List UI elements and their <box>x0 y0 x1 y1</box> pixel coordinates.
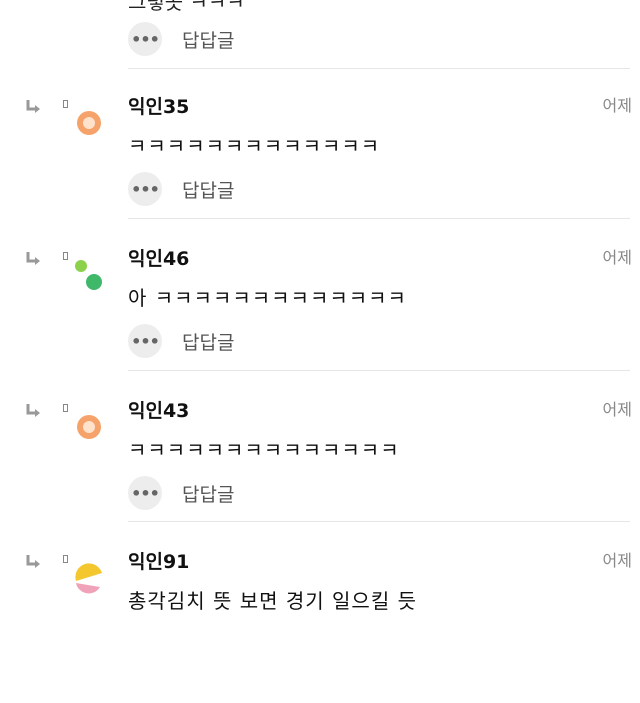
author-name[interactable]: 익인91 <box>128 547 189 574</box>
avatar <box>75 563 102 594</box>
timestamp: 어제 <box>602 248 632 267</box>
more-options-button[interactable]: ••• <box>128 476 162 510</box>
small-square-icon <box>63 555 68 563</box>
reply-row[interactable]: ••• 답답글 <box>128 324 234 358</box>
small-square-icon <box>63 252 68 260</box>
small-square-icon <box>63 404 68 412</box>
timestamp: 어제 <box>602 551 632 570</box>
author-name[interactable]: 익인35 <box>128 92 189 119</box>
comment-item: 익인91 어제 총각김치 뜻 보면 경기 일으킬 듯 <box>0 551 640 703</box>
reply-row[interactable]: ••• 답답글 <box>128 22 234 56</box>
reply-arrow-icon <box>26 555 40 568</box>
divider <box>128 521 630 522</box>
comment-text: ㅋㅋㅋㅋㅋㅋㅋㅋㅋㅋㅋㅋㅋㅋ <box>128 438 400 462</box>
divider <box>128 68 630 69</box>
comment-text: 총각김치 뜻 보면 경기 일으킬 듯 <box>128 589 417 613</box>
comment-text: ㅋㅋㅋㅋㅋㅋㅋㅋㅋㅋㅋㅋㅋ <box>128 134 381 158</box>
reply-arrow-icon <box>26 252 40 265</box>
author-name[interactable]: 익인43 <box>128 396 189 423</box>
comment-item: 익인35 어제 ㅋㅋㅋㅋㅋㅋㅋㅋㅋㅋㅋㅋㅋ ••• 답답글 <box>0 96 640 248</box>
small-square-icon <box>63 100 68 108</box>
comment-item: 익인46 어제 아 ㅋㅋㅋㅋㅋㅋㅋㅋㅋㅋㅋㅋㅋ ••• 답답글 <box>0 248 640 400</box>
more-options-button[interactable]: ••• <box>128 324 162 358</box>
reply-arrow-icon <box>26 404 40 417</box>
comment-text-partial: 그렇곳 ㅋㅋㅋ <box>128 0 245 14</box>
more-options-button[interactable]: ••• <box>128 172 162 206</box>
reply-row[interactable]: ••• 답답글 <box>128 172 234 206</box>
timestamp: 어제 <box>602 400 632 419</box>
more-options-button[interactable]: ••• <box>128 22 162 56</box>
comment-text: 아 ㅋㅋㅋㅋㅋㅋㅋㅋㅋㅋㅋㅋㅋ <box>128 286 407 310</box>
reply-label: 답답글 <box>182 483 235 506</box>
avatar <box>75 260 102 290</box>
reply-label: 답답글 <box>182 331 235 354</box>
avatar <box>77 111 101 135</box>
author-name[interactable]: 익인46 <box>128 244 189 271</box>
reply-label: 답답글 <box>182 29 235 52</box>
divider <box>128 218 630 219</box>
comment-item: 익인43 어제 ㅋㅋㅋㅋㅋㅋㅋㅋㅋㅋㅋㅋㅋㅋ ••• 답답글 <box>0 400 640 552</box>
reply-arrow-icon <box>26 100 40 113</box>
divider <box>128 370 630 371</box>
avatar <box>77 415 101 439</box>
timestamp: 어제 <box>602 96 632 115</box>
reply-row[interactable]: ••• 답답글 <box>128 476 234 510</box>
reply-label: 답답글 <box>182 179 235 202</box>
